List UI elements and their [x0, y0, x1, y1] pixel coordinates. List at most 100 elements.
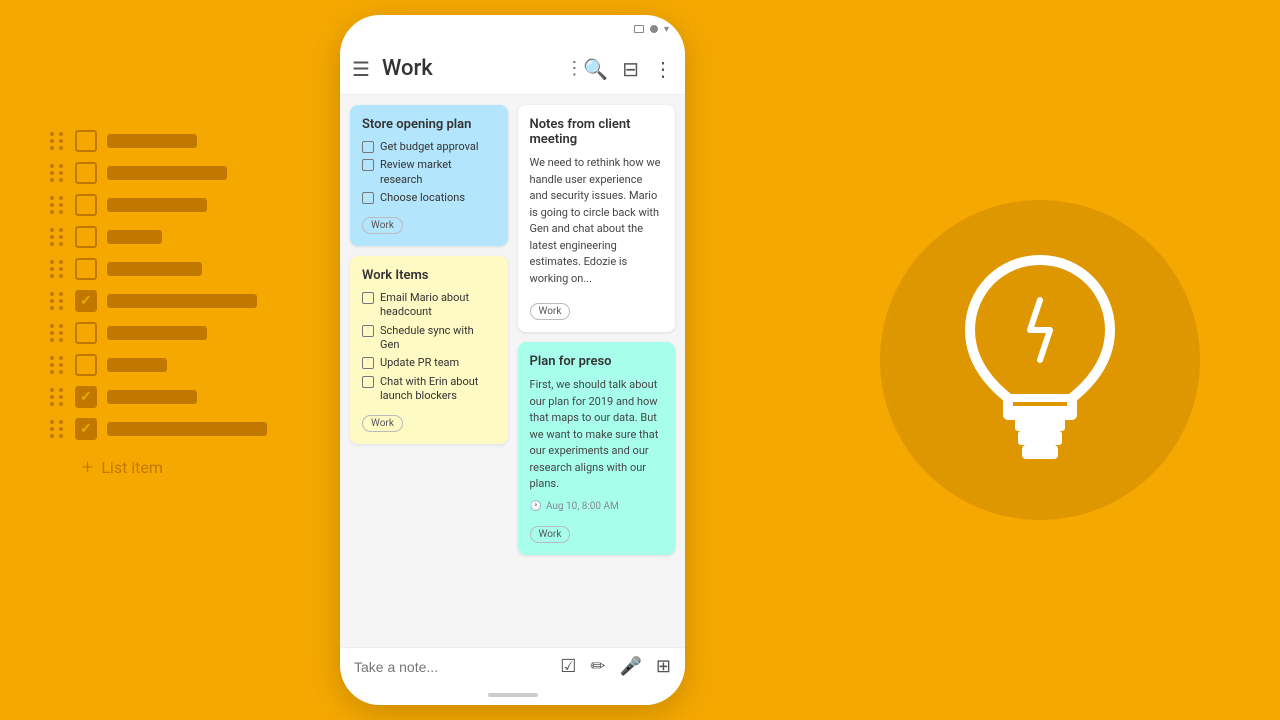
drag-handle[interactable] — [50, 388, 65, 406]
note-item-label: Update PR team — [380, 356, 459, 370]
phone-frame: ▾ ☰ Work ⋮ 🔍 ⊟ ⋮ Store opening plan Get … — [340, 15, 685, 705]
list-item — [50, 226, 267, 248]
bar — [107, 358, 167, 372]
note-item-label: Get budget approval — [380, 140, 479, 154]
draw-icon[interactable]: ✏ — [590, 656, 605, 677]
checkbox-checked[interactable] — [75, 290, 97, 312]
take-note-input[interactable] — [354, 659, 560, 675]
bottom-icons: ☑ ✏ 🎤 ⊞ — [560, 656, 671, 677]
image-icon[interactable]: ⊞ — [656, 656, 671, 677]
note-body: We need to rethink how we handle user ex… — [530, 155, 664, 287]
note-title: Notes from client meeting — [530, 117, 664, 147]
app-header: ☰ Work ⋮ 🔍 ⊟ ⋮ — [340, 43, 685, 95]
list-item — [50, 322, 267, 344]
menu-icon[interactable]: ☰ — [352, 57, 370, 81]
list-item — [50, 386, 267, 408]
drag-handle[interactable] — [50, 292, 65, 310]
drag-handle[interactable] — [50, 196, 65, 214]
note-checkbox[interactable] — [362, 192, 374, 204]
voice-icon[interactable]: 🎤 — [619, 656, 641, 677]
checkbox[interactable] — [75, 354, 97, 376]
status-bar: ▾ — [340, 15, 685, 43]
note-tag[interactable]: Work — [530, 526, 571, 543]
note-checkbox[interactable] — [362, 357, 374, 369]
checklist-icon[interactable]: ☑ — [560, 656, 576, 677]
note-item: Update PR team — [362, 356, 496, 370]
note-title: Store opening plan — [362, 117, 496, 132]
add-list-item-label: List item — [101, 458, 163, 477]
checkbox[interactable] — [75, 194, 97, 216]
left-checklist: + List item — [50, 130, 267, 479]
note-item: Review market research — [362, 158, 496, 187]
more-options-title-icon[interactable]: ⋮ — [565, 58, 583, 79]
list-item — [50, 354, 267, 376]
note-item-label: Choose locations — [380, 191, 465, 205]
client-meeting-card[interactable]: Notes from client meeting We need to ret… — [518, 105, 676, 332]
bottom-bar: ☑ ✏ 🎤 ⊞ — [340, 647, 685, 685]
more-options-icon[interactable]: ⋮ — [653, 57, 673, 81]
notes-right-column: Notes from client meeting We need to ret… — [518, 105, 676, 637]
bar — [107, 198, 207, 212]
battery-icon — [650, 25, 658, 33]
note-checkbox[interactable] — [362, 292, 374, 304]
note-title: Plan for preso — [530, 354, 664, 369]
take-note-row: ☑ ✏ 🎤 ⊞ — [354, 656, 671, 677]
checkbox-checked[interactable] — [75, 418, 97, 440]
note-item: Choose locations — [362, 191, 496, 205]
note-checkbox[interactable] — [362, 376, 374, 388]
drag-handle[interactable] — [50, 356, 65, 374]
list-item — [50, 162, 267, 184]
note-tag[interactable]: Work — [530, 303, 571, 320]
signal-icon — [634, 25, 644, 33]
bar — [107, 166, 227, 180]
header-actions: 🔍 ⊟ ⋮ — [583, 57, 673, 81]
drag-handle[interactable] — [50, 420, 65, 438]
note-checkbox[interactable] — [362, 141, 374, 153]
note-tag[interactable]: Work — [362, 217, 403, 234]
list-item — [50, 290, 267, 312]
note-checkbox[interactable] — [362, 159, 374, 171]
note-tag[interactable]: Work — [362, 415, 403, 432]
drag-handle[interactable] — [50, 324, 65, 342]
drag-handle[interactable] — [50, 228, 65, 246]
lightbulb-icon — [950, 250, 1130, 470]
search-icon[interactable]: 🔍 — [583, 57, 608, 81]
note-timestamp: 🕐 Aug 10, 8:00 AM — [530, 501, 664, 512]
drag-handle[interactable] — [50, 164, 65, 182]
home-bar — [488, 693, 538, 697]
drag-handle[interactable] — [50, 260, 65, 278]
checkbox-checked[interactable] — [75, 386, 97, 408]
bar — [107, 326, 207, 340]
list-item — [50, 418, 267, 440]
checkbox[interactable] — [75, 226, 97, 248]
checkbox[interactable] — [75, 130, 97, 152]
work-items-card[interactable]: Work Items Email Mario about headcount S… — [350, 256, 508, 444]
notes-area: Store opening plan Get budget approval R… — [340, 95, 685, 647]
dropdown-icon: ▾ — [664, 24, 669, 35]
checkbox[interactable] — [75, 322, 97, 344]
clock-icon: 🕐 — [530, 501, 542, 512]
bar — [107, 134, 197, 148]
layout-icon[interactable]: ⊟ — [622, 57, 639, 81]
add-list-item-row[interactable]: + List item — [50, 455, 267, 479]
note-item-label: Chat with Erin about launch blockers — [380, 375, 496, 404]
page-title: Work — [382, 56, 559, 81]
circle-background — [880, 200, 1200, 520]
home-indicator — [340, 685, 685, 705]
drag-handle[interactable] — [50, 132, 65, 150]
checkbox[interactable] — [75, 258, 97, 280]
bar — [107, 390, 197, 404]
bar — [107, 262, 202, 276]
timestamp-text: Aug 10, 8:00 AM — [546, 501, 619, 512]
plan-preso-card[interactable]: Plan for preso First, we should talk abo… — [518, 342, 676, 555]
checkbox[interactable] — [75, 162, 97, 184]
note-checkbox[interactable] — [362, 325, 374, 337]
note-item: Schedule sync with Gen — [362, 324, 496, 353]
store-opening-card[interactable]: Store opening plan Get budget approval R… — [350, 105, 508, 246]
bar — [107, 294, 257, 308]
list-item — [50, 194, 267, 216]
note-title: Work Items — [362, 268, 496, 283]
note-item: Get budget approval — [362, 140, 496, 154]
note-item: Chat with Erin about launch blockers — [362, 375, 496, 404]
list-item — [50, 130, 267, 152]
